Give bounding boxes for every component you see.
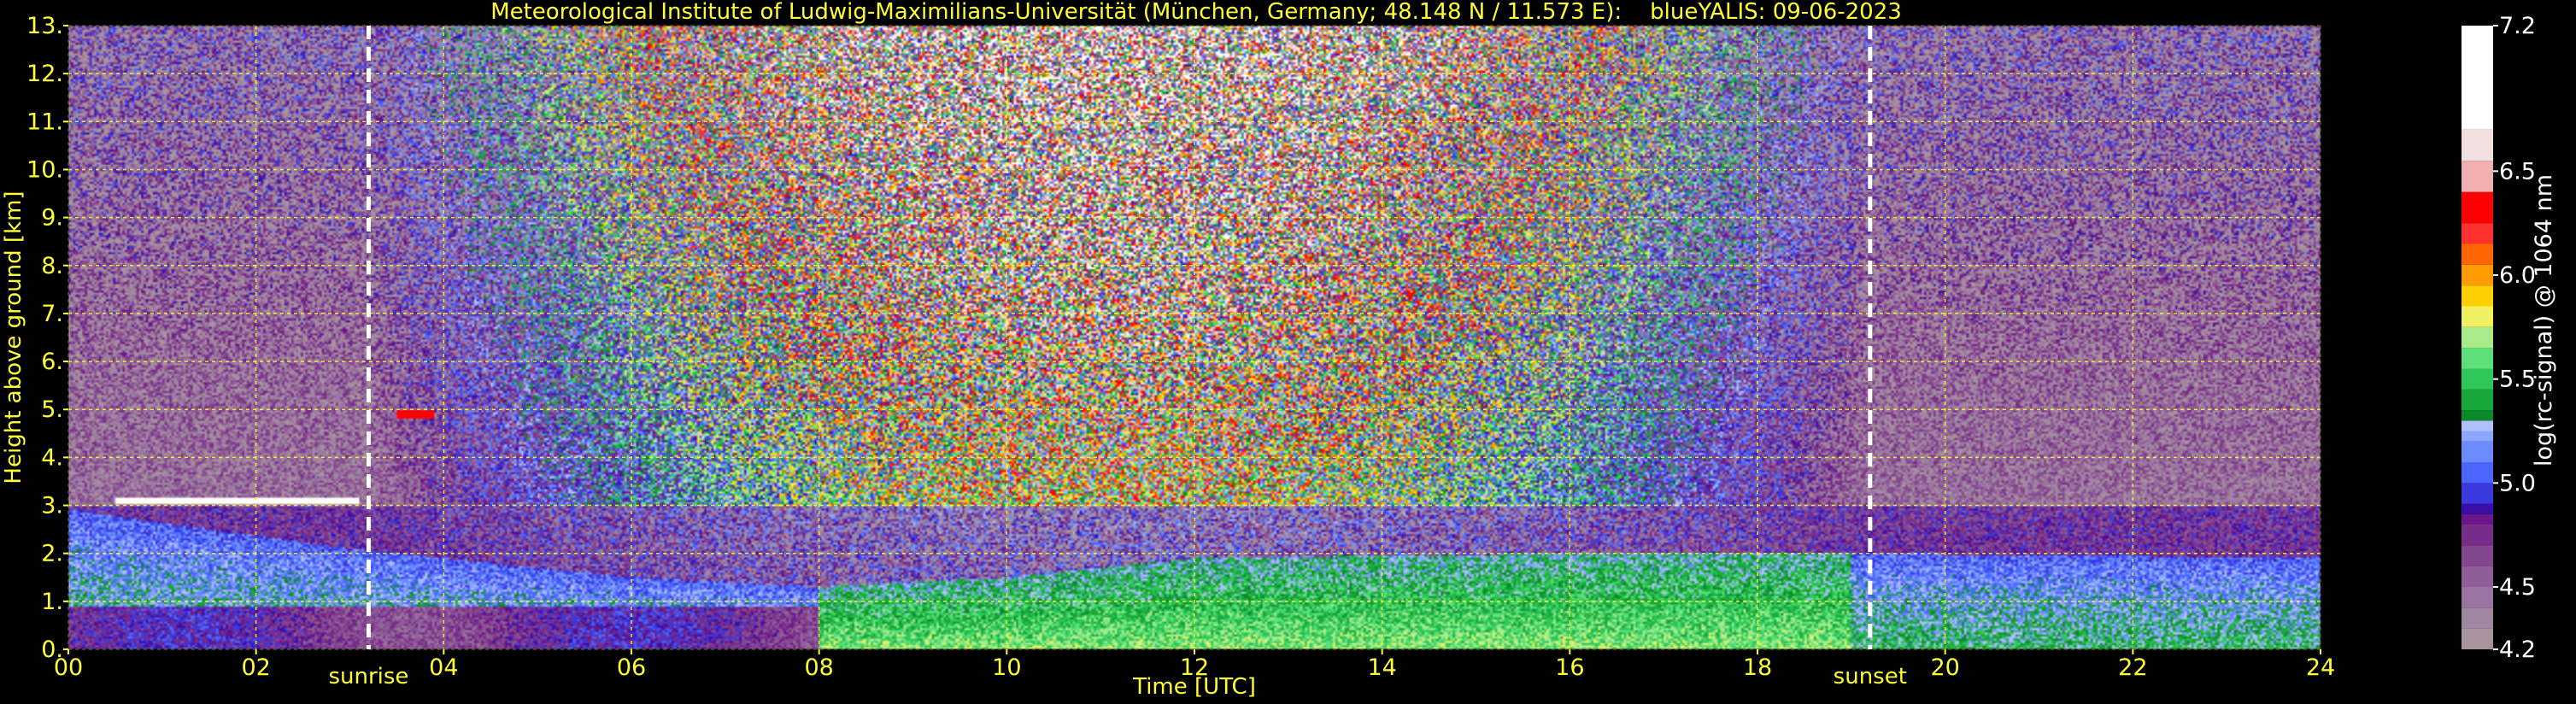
y-tick-label: 1. bbox=[41, 589, 63, 615]
x-tick-label: 06 bbox=[617, 654, 646, 681]
colorbar-band bbox=[2462, 389, 2493, 411]
y-tick-label: 5. bbox=[41, 396, 63, 423]
y-tick-label: 6. bbox=[41, 349, 63, 375]
colorbar-band bbox=[2462, 420, 2493, 431]
y-tick-label: 0. bbox=[41, 637, 63, 663]
colorbar-band bbox=[2462, 525, 2493, 546]
x-tick-label: 22 bbox=[2118, 654, 2147, 681]
colorbar-bands bbox=[2462, 26, 2493, 649]
colorbar-tick-label: 4.2 bbox=[2499, 637, 2536, 663]
y-tick-label: 2. bbox=[41, 541, 63, 567]
x-tick-label: 16 bbox=[1555, 654, 1584, 681]
y-tick-label: 3. bbox=[41, 493, 63, 519]
chart-title: Meteorological Institute of Ludwig-Maxim… bbox=[490, 0, 1902, 25]
y-tick-label: 7. bbox=[41, 301, 63, 327]
lidar-chart: Meteorological Institute of Ludwig-Maxim… bbox=[0, 0, 2576, 704]
x-tick-label: 18 bbox=[1743, 654, 1772, 681]
colorbar-band bbox=[2462, 191, 2493, 224]
x-tick-label: 20 bbox=[1930, 654, 1959, 681]
colorbar-band bbox=[2462, 368, 2493, 390]
x-tick-label: 10 bbox=[992, 654, 1021, 681]
colorbar-band bbox=[2462, 441, 2493, 462]
colorbar-band bbox=[2462, 628, 2493, 649]
x-tick-label: 04 bbox=[429, 654, 458, 681]
colorbar-tick-label: 4.5 bbox=[2499, 574, 2536, 601]
colorbar-band bbox=[2462, 306, 2493, 327]
colorbar-band bbox=[2462, 243, 2493, 265]
colorbar-band bbox=[2462, 566, 2493, 587]
colorbar-band bbox=[2462, 587, 2493, 608]
colorbar-band bbox=[2462, 285, 2493, 307]
x-tick-label: 08 bbox=[804, 654, 833, 681]
backscatter-heatmap bbox=[68, 26, 2321, 649]
colorbar-tick-label: 7.2 bbox=[2499, 13, 2536, 39]
colorbar-band bbox=[2462, 431, 2493, 442]
y-tick-label: 13. bbox=[26, 13, 63, 39]
colorbar-band bbox=[2462, 545, 2493, 566]
colorbar-band bbox=[2462, 607, 2493, 629]
y-axis-label: Height above ground [km] bbox=[1, 191, 26, 484]
y-tick-label: 4. bbox=[41, 444, 63, 471]
colorbar-band bbox=[2462, 483, 2493, 504]
colorbar-band bbox=[2462, 326, 2493, 349]
colorbar-band bbox=[2462, 348, 2493, 369]
colorbar-band bbox=[2462, 129, 2493, 161]
plot-area bbox=[68, 26, 2321, 649]
colorbar-band bbox=[2462, 513, 2493, 525]
sunset-label: sunset bbox=[1834, 664, 1907, 689]
x-axis-label: Time [UTC] bbox=[1132, 674, 1256, 700]
colorbar-band bbox=[2462, 26, 2493, 130]
x-tick-label: 24 bbox=[2306, 654, 2335, 681]
y-tick-label: 12. bbox=[26, 61, 63, 87]
colorbar-band bbox=[2462, 410, 2493, 421]
colorbar-band bbox=[2462, 223, 2493, 244]
y-tick-label: 8. bbox=[41, 253, 63, 279]
y-tick-label: 10. bbox=[26, 156, 63, 183]
x-tick-label: 14 bbox=[1367, 654, 1396, 681]
colorbar-tick-label: 5.0 bbox=[2499, 470, 2536, 496]
colorbar-label: log(rc-signal) @ 1064 nm bbox=[2531, 174, 2557, 466]
sunrise-label: sunrise bbox=[328, 664, 408, 689]
colorbar-band bbox=[2462, 503, 2493, 514]
y-tick-label: 9. bbox=[41, 205, 63, 232]
y-tick-label: 11. bbox=[26, 109, 63, 135]
colorbar-band bbox=[2462, 161, 2493, 192]
colorbar-band bbox=[2462, 462, 2493, 484]
colorbar-band bbox=[2462, 264, 2493, 286]
x-tick-label: 02 bbox=[241, 654, 270, 681]
